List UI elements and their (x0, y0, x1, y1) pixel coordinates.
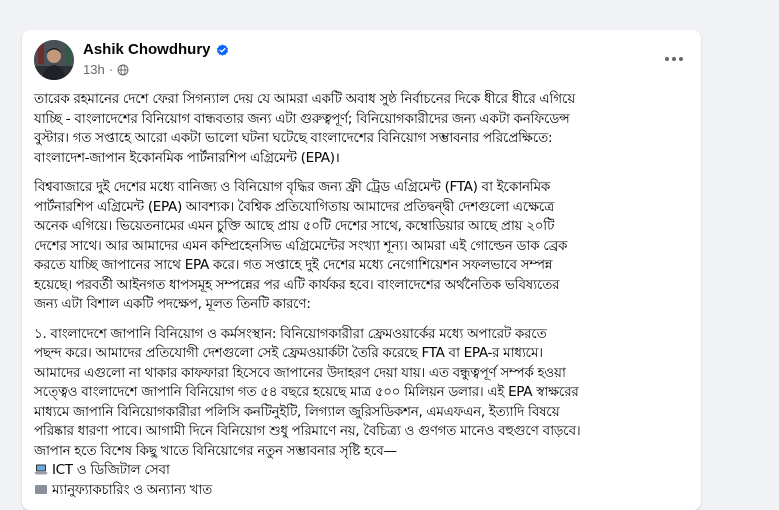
text-line: আমাদের এগুলো না থাকার কাফফারা হিসেবে জাপ… (34, 364, 566, 381)
text-line: জাপান হতে বিশেষ কিছু খাতে বিনিয়োগের নতু… (34, 442, 397, 459)
text-line: যাচ্ছি - বাংলাদেশের বিনিয়োগ বান্ধবতার জ… (34, 110, 570, 127)
post-paragraph-1: তারেক রহমানের দেশে ফেরা সিগন্যাল দেয় যে… (34, 90, 694, 168)
text-line: সত্ত্বেও বাংলাদেশে জাপানি বিনিয়োগ গত ৫৪… (34, 384, 579, 400)
post-meta: 13h · (83, 62, 129, 78)
globe-icon[interactable] (117, 64, 129, 76)
bullet-emoji-icon (35, 484, 47, 494)
bullet-line: ICT ও ডিজিটাল সেবা (34, 461, 694, 481)
bullet-text: ম্যানুফ্যাকচারিং ও অন্যান্য খাত (52, 481, 212, 498)
text-line: হয়েছে। পরবর্তী আইনগত ধাপসমূহ সম্পন্নের … (34, 276, 560, 293)
text-line: করতে যাচ্ছি জাপানের সাথে EPA করে। গত সপ্… (34, 257, 553, 273)
text-line: বাংলাদেশ-জাপান ইকোনমিক পার্টনারশিপ এগ্রি… (34, 149, 340, 166)
text-line: মাধ্যমে জাপানি বিনিয়োগকারীরা পলিসি কনটি… (34, 403, 560, 420)
post-body: তারেক রহমানের দেশে ফেরা সিগন্যাল দেয় যে… (34, 90, 694, 510)
bullet-line-partial: ম্যানুফ্যাকচারিং ও অন্যান্য খাত (34, 481, 694, 501)
text-line: পছন্দ করে। আমাদের প্রতিযোগী দেশগুলো সেই … (34, 345, 543, 361)
text-line: জন্য এটা বিশাল একটি পদক্ষেপ, মূলত তিনটি … (34, 296, 311, 312)
text-line: অনেক এগিয়ে। ভিয়েতনামের এমন চুক্তি আছে … (34, 218, 555, 234)
more-options-button[interactable] (659, 44, 689, 74)
bullet-text: ICT ও ডিজিটাল সেবা (52, 462, 170, 478)
text-line: বুস্টার। গত সপ্তাহে আরো একটা ভালো ঘটনা ঘ… (34, 130, 553, 146)
more-dot (672, 57, 676, 61)
avatar-image (34, 40, 74, 80)
post-paragraph-3: ১. বাংলাদেশে জাপানি বিনিয়োগ ও কর্মসংস্থ… (34, 325, 694, 501)
more-dot (679, 57, 683, 61)
text-line: বিশ্ববাজারে দুই দেশের মধ্যে বানিজ্য ও বি… (34, 179, 550, 195)
text-line: পার্টনারশিপ এগ্রিমেন্ট (EPA) আবশ্যক। বৈশ… (34, 198, 554, 215)
text-line: দেশের সাথে। আর আমাদের এমন কম্প্রিহেনসিভ … (34, 237, 568, 254)
more-dot (665, 57, 669, 61)
meta-separator: · (108, 62, 114, 77)
post-paragraph-2: বিশ্ববাজারে দুই দেশের মধ্যে বানিজ্য ও বি… (34, 178, 694, 315)
laptop-emoji-icon (34, 464, 48, 475)
text-line: পরিষ্কার ধারণা পাবে। আগামী দিনে বিনিয়োগ… (34, 423, 581, 439)
verified-badge-icon (216, 43, 228, 56)
post-card: Ashik Chowdhury 13h · তারেক রহমানের দেশে… (22, 30, 701, 510)
author-name-row: Ashik Chowdhury (83, 41, 229, 59)
text-line: তারেক রহমানের দেশে ফেরা সিগন্যাল দেয় যে… (34, 91, 575, 107)
text-line: ১. বাংলাদেশে জাপানি বিনিয়োগ ও কর্মসংস্থ… (34, 325, 547, 342)
post-timestamp[interactable]: 13h (83, 62, 105, 78)
author-name[interactable]: Ashik Chowdhury (83, 41, 211, 59)
author-avatar[interactable] (34, 40, 74, 80)
